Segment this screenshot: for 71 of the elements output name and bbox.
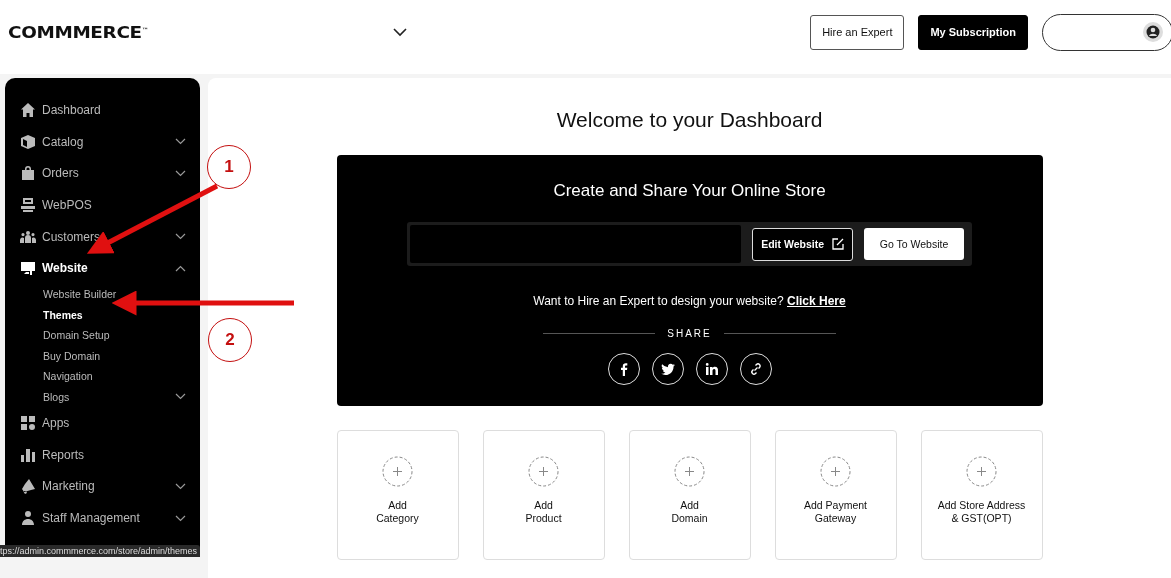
- sidebar-subitem[interactable]: Domain Setup: [5, 325, 200, 346]
- box-icon: [20, 133, 36, 150]
- logo: COMMMERCE$^{™}$: [8, 22, 149, 42]
- sidebar-item[interactable]: Customers: [5, 220, 200, 253]
- sidebar-subitem[interactable]: Buy Domain: [5, 345, 200, 367]
- monitor-icon: [20, 260, 36, 277]
- share-label: SHARE: [667, 328, 712, 339]
- url-field[interactable]: [410, 225, 742, 263]
- action-label: Add Category: [376, 499, 419, 525]
- action-label: Add Store Address & GST(OPT): [937, 499, 1026, 525]
- twitter-button[interactable]: [651, 353, 684, 385]
- link-icon: [748, 362, 763, 376]
- sidebar-subitem[interactable]: Navigation: [5, 366, 200, 387]
- sidebar-item[interactable]: WebPOS: [5, 189, 200, 221]
- pos-icon: [20, 196, 36, 213]
- subscription-button[interactable]: My Subscription: [918, 14, 1028, 50]
- sidebar-item[interactable]: Apps: [5, 407, 200, 439]
- avatar-icon: [1143, 22, 1163, 42]
- sidebar-item[interactable]: Reports: [5, 438, 200, 471]
- bars-icon: [20, 446, 36, 463]
- person-icon: [20, 510, 36, 527]
- hire-expert-button[interactable]: Hire an Expert: [810, 14, 905, 50]
- bag-icon: [20, 165, 36, 182]
- quick-action-card[interactable]: Add Store Address & GST(OPT): [920, 430, 1043, 560]
- click-here-link[interactable]: Click Here: [787, 294, 846, 308]
- status-url: tps://admin.commmerce.com/store/admin/themes: [0, 545, 201, 557]
- sidebar-subitem[interactable]: Themes: [5, 304, 200, 326]
- quick-action-card[interactable]: Add Category: [336, 430, 459, 560]
- action-label: Add Product: [525, 499, 562, 525]
- profile-menu[interactable]: [1042, 13, 1171, 51]
- action-label: Add Domain: [671, 499, 708, 525]
- link-button[interactable]: [739, 353, 772, 385]
- linkedin-icon: [704, 362, 719, 376]
- quick-action-card[interactable]: Add Product: [482, 430, 605, 560]
- chevron-down-icon[interactable]: [393, 27, 408, 37]
- add-icon: [820, 456, 851, 487]
- sidebar-item[interactable]: Dashboard: [5, 94, 200, 126]
- sidebar-item[interactable]: Catalog: [5, 125, 200, 158]
- sidebar-item[interactable]: Marketing: [5, 470, 200, 503]
- grid-icon: [20, 414, 36, 431]
- chevron-down-icon: [175, 169, 186, 177]
- chevron-down-icon: [175, 514, 186, 522]
- chevron-down-icon: [175, 233, 186, 241]
- twitter-icon: [660, 362, 675, 376]
- chevron-down-icon: [175, 482, 186, 490]
- sidebar-item[interactable]: Staff Management: [5, 502, 200, 534]
- edit-icon: [832, 238, 844, 250]
- add-icon: [382, 456, 413, 487]
- sidebar-subitem[interactable]: Blogs: [5, 386, 200, 408]
- add-icon: [528, 456, 559, 487]
- go-to-website-button[interactable]: Go To Website: [864, 228, 964, 260]
- sidebar-item[interactable]: Website: [5, 252, 200, 285]
- chevron-up-icon: [175, 264, 186, 272]
- quick-action-card[interactable]: Add Domain: [628, 430, 751, 560]
- hire-text: Want to Hire an Expert to design your website?: [533, 294, 784, 308]
- edit-website-button[interactable]: Edit Website: [752, 227, 853, 261]
- page-title: Welcome to your Dashboard: [556, 108, 823, 132]
- people-icon: [20, 228, 36, 245]
- quick-action-card[interactable]: Add Payment Gateway: [774, 430, 897, 560]
- home-icon: [20, 101, 36, 118]
- action-label: Add Payment Gateway: [803, 499, 867, 525]
- add-icon: [674, 456, 705, 487]
- add-icon: [966, 456, 997, 487]
- sidebar-item[interactable]: Orders: [5, 157, 200, 190]
- sidebar-subitem[interactable]: Website Builder: [5, 284, 200, 305]
- chevron-down-icon: [175, 393, 186, 401]
- linkedin-button[interactable]: [695, 353, 728, 385]
- card-title: Create and Share Your Online Store: [553, 181, 826, 201]
- facebook-button[interactable]: [607, 353, 640, 385]
- megaphone-icon: [20, 478, 36, 495]
- chevron-down-icon: [175, 138, 186, 146]
